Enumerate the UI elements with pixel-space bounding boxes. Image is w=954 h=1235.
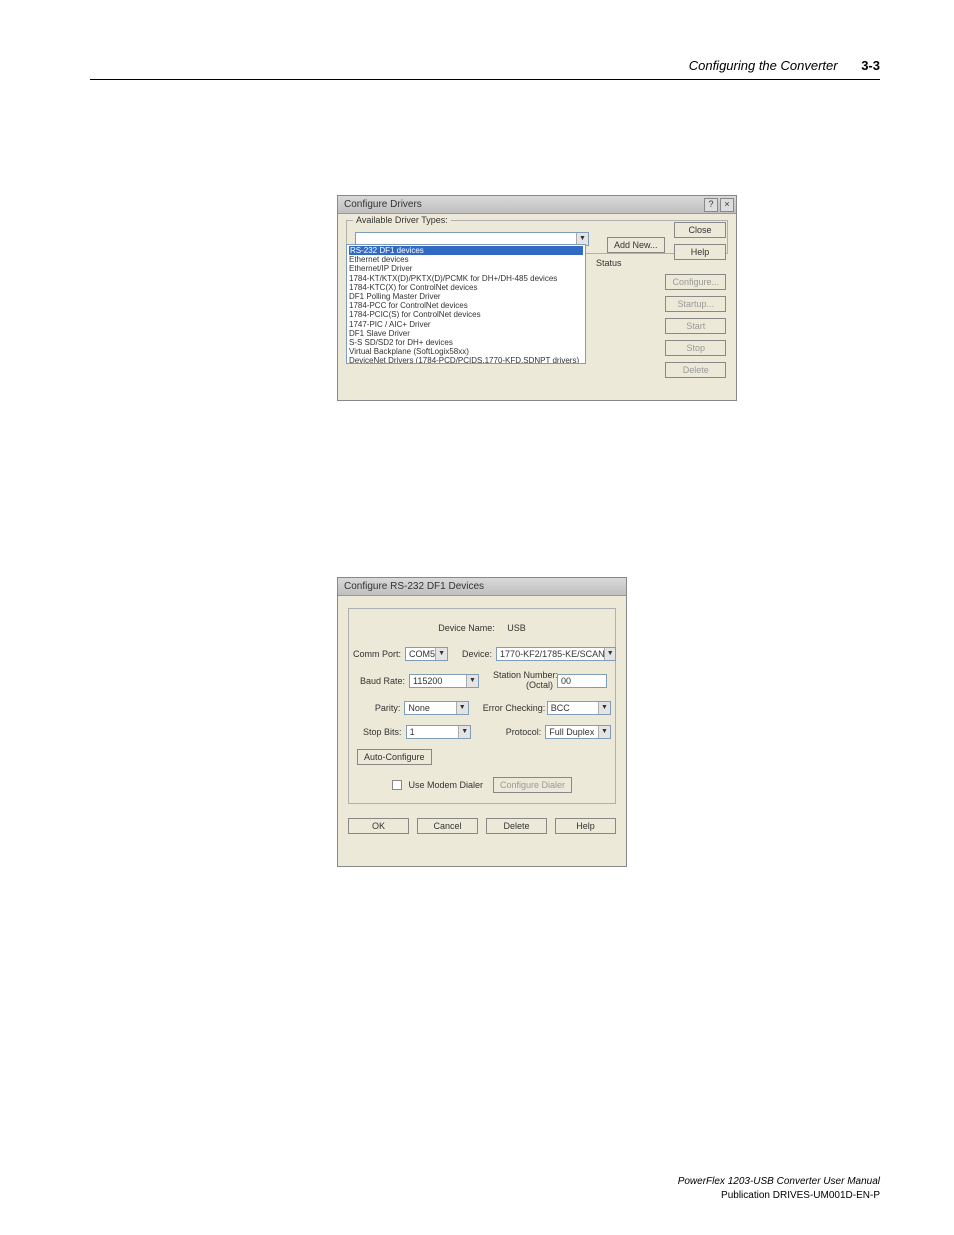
use-modem-label: Use Modem Dialer [408, 780, 483, 790]
configure-df1-dialog: Configure RS-232 DF1 Devices Device Name… [337, 577, 627, 867]
header-page-number: 3-3 [861, 58, 880, 73]
chevron-down-icon: ▼ [458, 726, 470, 738]
error-checking-label: Error Checking: [483, 703, 543, 713]
parity-label: Parity: [353, 703, 400, 713]
available-driver-types-label: Available Driver Types: [353, 215, 451, 225]
protocol-label: Protocol: [485, 727, 541, 737]
device-name-value: USB [507, 623, 526, 633]
error-checking-combo[interactable]: BCC ▼ [547, 701, 611, 715]
chevron-down-icon: ▼ [598, 726, 610, 738]
driver-list-item[interactable]: DF1 Polling Master Driver [349, 292, 583, 301]
configure-dialer-button: Configure Dialer [493, 777, 572, 793]
driver-list-item[interactable]: RS-232 DF1 devices [349, 246, 583, 255]
start-button: Start [665, 318, 726, 334]
driver-list-item[interactable]: 1784-PCIC(S) for ControlNet devices [349, 310, 583, 319]
chevron-down-icon: ▼ [598, 702, 610, 714]
driver-list-item[interactable]: 1784-KT/KTX(D)/PKTX(D)/PCMK for DH+/DH-4… [349, 274, 583, 283]
page-header: Configuring the Converter 3-3 [90, 58, 880, 80]
dialog-titlebar: Configure RS-232 DF1 Devices [338, 578, 626, 596]
help-icon[interactable]: ? [704, 198, 718, 212]
driver-list-item[interactable]: S-S SD/SD2 for DH+ devices [349, 338, 583, 347]
cancel-button[interactable]: Cancel [417, 818, 478, 834]
chevron-down-icon: ▼ [435, 648, 447, 660]
dialog-title: Configure Drivers [344, 199, 422, 210]
comm-port-label: Comm Port: [353, 649, 401, 659]
delete-button: Delete [665, 362, 726, 378]
driver-list-item[interactable]: DeviceNet Drivers (1784-PCD/PCIDS,1770-K… [349, 356, 583, 364]
stop-bits-combo[interactable]: 1 ▼ [406, 725, 472, 739]
driver-list-item[interactable]: Ethernet/IP Driver [349, 264, 583, 273]
footer-publication: Publication DRIVES-UM001D-EN-P [678, 1189, 880, 1203]
driver-list-item[interactable]: 1747-PIC / AIC+ Driver [349, 320, 583, 329]
driver-list-item[interactable]: Virtual Backplane (SoftLogix58xx) [349, 347, 583, 356]
close-icon[interactable]: × [720, 198, 734, 212]
startup-button: Startup... [665, 296, 726, 312]
chevron-down-icon: ▼ [604, 648, 615, 660]
chevron-down-icon: ▼ [466, 675, 478, 687]
comm-port-combo[interactable]: COM5 ▼ [405, 647, 448, 661]
driver-list[interactable]: RS-232 DF1 devices Ethernet devices Ethe… [346, 244, 586, 364]
driver-list-item[interactable]: DF1 Slave Driver [349, 329, 583, 338]
configure-button: Configure... [665, 274, 726, 290]
station-number-label: Station Number: [493, 670, 558, 680]
device-name-label: Device Name: [438, 623, 495, 633]
dialog-titlebar: Configure Drivers ? × [338, 196, 736, 214]
stop-button: Stop [665, 340, 726, 356]
baud-rate-label: Baud Rate: [353, 676, 405, 686]
driver-list-item[interactable]: Ethernet devices [349, 255, 583, 264]
page-footer: PowerFlex 1203-USB Converter User Manual… [678, 1175, 880, 1203]
driver-list-item[interactable]: 1784-KTC(X) for ControlNet devices [349, 283, 583, 292]
chevron-down-icon: ▼ [456, 702, 468, 714]
driver-list-item[interactable]: 1784-PCC for ControlNet devices [349, 301, 583, 310]
protocol-combo[interactable]: Full Duplex ▼ [545, 725, 611, 739]
device-combo[interactable]: 1770-KF2/1785-KE/SCANpor ▼ [496, 647, 616, 661]
help-button[interactable]: Help [674, 244, 726, 260]
status-column-header: Status [596, 258, 622, 268]
dialog-title: Configure RS-232 DF1 Devices [344, 581, 484, 592]
device-label: Device: [462, 649, 492, 659]
auto-configure-button[interactable]: Auto-Configure [357, 749, 432, 765]
parity-combo[interactable]: None ▼ [404, 701, 468, 715]
header-title: Configuring the Converter [689, 58, 838, 73]
use-modem-checkbox[interactable] [392, 780, 402, 790]
ok-button[interactable]: OK [348, 818, 409, 834]
station-number-input[interactable]: 00 [557, 674, 607, 688]
delete-button[interactable]: Delete [486, 818, 547, 834]
help-button[interactable]: Help [555, 818, 616, 834]
baud-rate-combo[interactable]: 115200 ▼ [409, 674, 479, 688]
footer-manual-title: PowerFlex 1203-USB Converter User Manual [678, 1175, 880, 1189]
station-number-octal-label: (Octal) [526, 680, 553, 690]
add-new-button[interactable]: Add New... [607, 237, 665, 253]
stop-bits-label: Stop Bits: [353, 727, 402, 737]
close-button[interactable]: Close [674, 222, 726, 238]
configure-drivers-dialog: Configure Drivers ? × Available Driver T… [337, 195, 737, 401]
